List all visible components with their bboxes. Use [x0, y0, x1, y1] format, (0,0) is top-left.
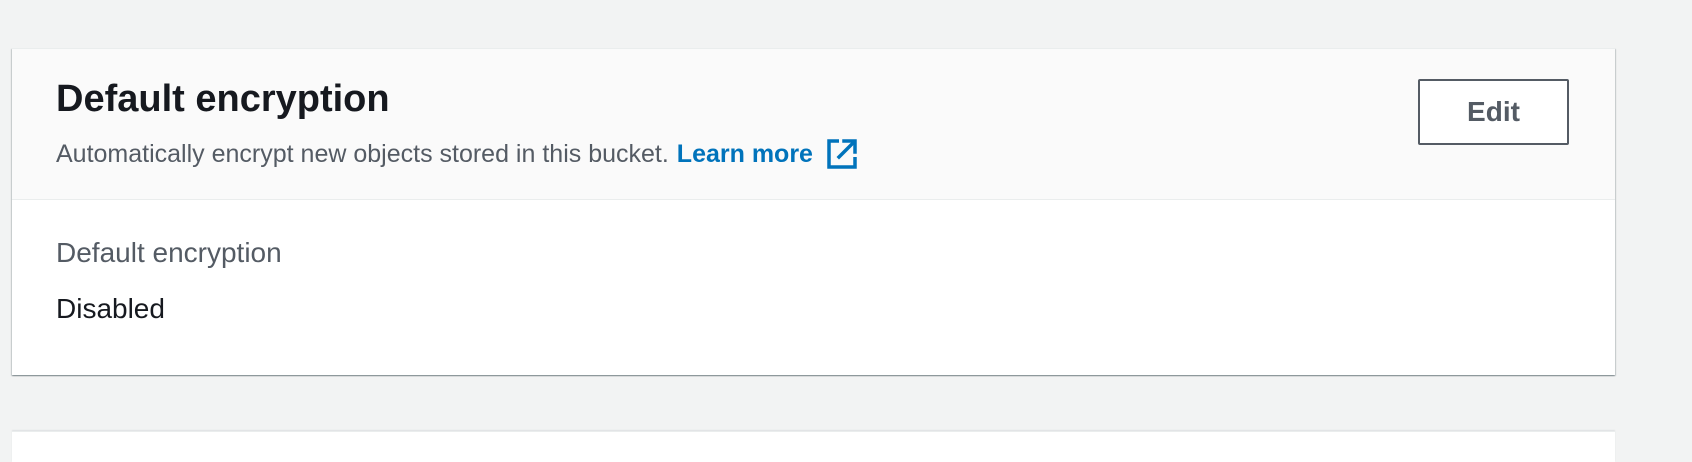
panel-header: Default encryption Automatically encrypt…	[12, 49, 1615, 200]
next-panel-edge	[12, 431, 1615, 462]
field-label: Default encryption	[56, 237, 282, 268]
default-encryption-panel: Default encryption Automatically encrypt…	[12, 48, 1615, 375]
edit-button[interactable]: Edit	[1418, 79, 1569, 145]
panel-title: Default encryption	[56, 78, 390, 120]
learn-more-label: Learn more	[676, 140, 813, 168]
panel-description: Automatically encrypt new objects stored…	[56, 137, 859, 171]
panel-description-text: Automatically encrypt new objects stored…	[56, 140, 669, 168]
external-link-icon	[827, 139, 857, 169]
learn-more-link[interactable]: Learn more	[677, 137, 859, 171]
field-value: Disabled	[56, 293, 165, 324]
